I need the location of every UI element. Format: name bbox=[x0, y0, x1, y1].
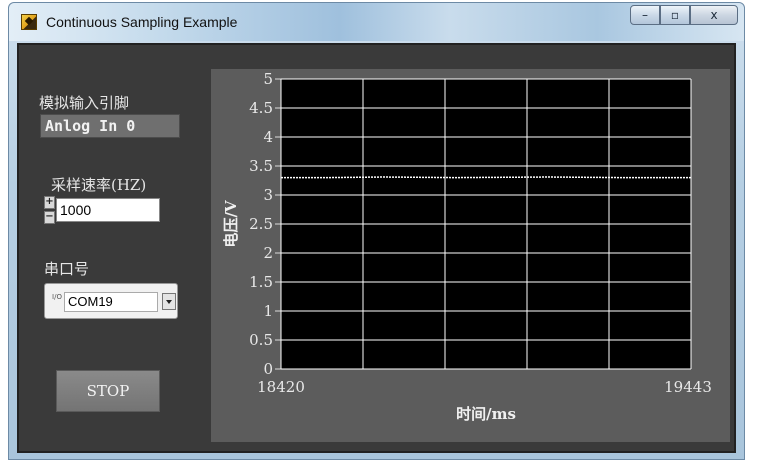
y-tick-label: 3.5 bbox=[249, 157, 273, 175]
io-prefix-icon: I/O bbox=[52, 293, 62, 301]
app-window: Continuous Sampling Example – ▫ x 模拟输入引脚… bbox=[8, 2, 745, 460]
y-tick-label: 1.5 bbox=[249, 273, 273, 291]
front-panel: 模拟输入引脚 Anlog In 0 采样速率(HZ) + − 1000 串口号 … bbox=[17, 43, 736, 453]
chart-svg: 0 0.5 1 1.5 2 2.5 3 3.5 4 4.5 5 18420 19443 时间/ms 电压/V bbox=[222, 70, 712, 423]
serial-port-label: 串口号 bbox=[44, 260, 90, 278]
x-axis-label: 时间/ms bbox=[456, 405, 516, 423]
stop-button[interactable]: STOP bbox=[56, 370, 160, 412]
labview-app-icon bbox=[21, 14, 37, 30]
decrement-button[interactable]: − bbox=[44, 211, 55, 224]
y-tick-label: 0 bbox=[263, 360, 273, 378]
y-tick-label: 2.5 bbox=[249, 215, 273, 233]
channel-indicator: Anlog In 0 bbox=[40, 114, 180, 138]
y-tick-label: 4 bbox=[263, 128, 273, 146]
maximize-button[interactable]: ▫ bbox=[660, 5, 690, 25]
y-tick-label: 3 bbox=[263, 186, 273, 204]
serial-port-value[interactable]: COM19 bbox=[64, 292, 158, 312]
sample-rate-stepper[interactable]: + − bbox=[44, 196, 55, 224]
x-tick-label: 18420 bbox=[257, 378, 305, 396]
waveform-chart: 0 0.5 1 1.5 2 2.5 3 3.5 4 4.5 5 18420 19443 时间/ms 电压/V bbox=[211, 69, 730, 442]
increment-button[interactable]: + bbox=[44, 196, 55, 209]
dropdown-arrow-icon[interactable] bbox=[162, 293, 176, 310]
y-tick-label: 2 bbox=[263, 244, 273, 262]
x-tick-label: 19443 bbox=[664, 378, 712, 396]
y-tick-label: 5 bbox=[263, 70, 273, 88]
close-button[interactable]: x bbox=[690, 5, 738, 25]
y-tick-label: 1 bbox=[263, 302, 273, 320]
y-axis-label: 电压/V bbox=[222, 200, 240, 247]
minimize-button[interactable]: – bbox=[630, 5, 660, 25]
window-title: Continuous Sampling Example bbox=[46, 14, 238, 30]
title-bar[interactable]: Continuous Sampling Example – ▫ x bbox=[9, 3, 744, 41]
channel-label: 模拟输入引脚 bbox=[39, 94, 130, 112]
y-tick-label: 4.5 bbox=[249, 99, 273, 117]
sample-rate-input[interactable]: 1000 bbox=[56, 198, 160, 222]
voltage-trace bbox=[281, 176, 691, 179]
serial-port-select[interactable]: I/O COM19 bbox=[44, 283, 178, 319]
sample-rate-label: 采样速率(HZ) bbox=[51, 176, 147, 194]
y-tick-label: 0.5 bbox=[249, 331, 273, 349]
window-controls: – ▫ x bbox=[630, 5, 738, 27]
